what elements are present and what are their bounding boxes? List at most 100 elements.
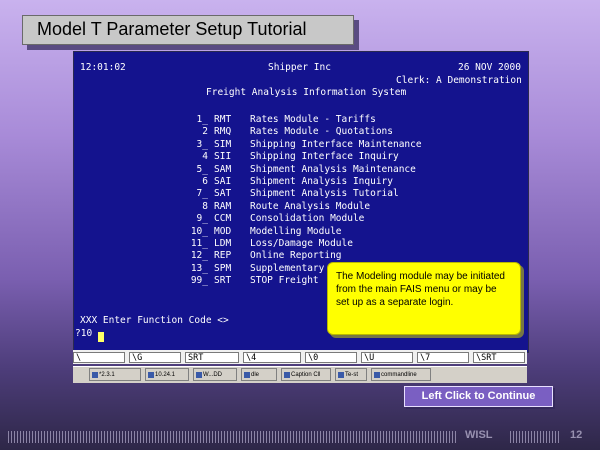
menu-item-code: MOD [214, 225, 232, 237]
menu-item-code: SPM [214, 262, 232, 274]
menu-item-code: REP [214, 250, 232, 262]
menu-item-number: 99_ [190, 275, 208, 287]
taskbar-item-label: Caption Cll [291, 372, 321, 378]
taskbar-item-label: commandline [381, 372, 417, 378]
menu-item-description: Loss/Damage Module [250, 238, 353, 249]
menu-item-description: Shipment Analysis Maintenance [250, 163, 416, 175]
menu-item-ram[interactable]: 8 RAM Route Analysis Module [74, 201, 528, 213]
terminal-system-name: Freight Analysis Information System [206, 87, 407, 98]
function-key-bar: \ \G SRT \4 \0 \U \7 \SRT [73, 350, 527, 364]
menu-item-sam[interactable]: 5_ SAM Shipment Analysis Maintenance [74, 164, 528, 176]
menu-item-sai[interactable]: 6 SAI Shipment Analysis Inquiry [74, 176, 528, 188]
menu-item-rmq[interactable]: 2 RMQ Rates Module - Quotations [74, 126, 528, 138]
menu-item-mod[interactable]: 10_ MOD Modelling Module [74, 226, 528, 238]
menu-item-code: RAM [214, 200, 232, 212]
windows-taskbar: *2.3.1 10.24.1 W...DD dle Caption Cll Te-st co… [73, 366, 527, 383]
function-key-8[interactable]: \SRT [473, 352, 525, 363]
function-key-5[interactable]: \0 [305, 352, 357, 363]
taskbar-item[interactable]: W...DD [193, 368, 237, 381]
menu-item-code: SIM [214, 138, 232, 150]
taskbar-item[interactable]: commandline [371, 368, 431, 381]
window-icon [196, 372, 202, 378]
taskbar-item[interactable]: Te-st [335, 368, 367, 381]
menu-item-description: STOP Freight [250, 275, 319, 287]
menu-item-description: Consolidation Module [250, 213, 365, 225]
footer-org: WISL [465, 429, 493, 441]
function-key-1[interactable]: \ [73, 352, 125, 363]
window-icon [374, 372, 380, 378]
menu-item-description: Online Reporting [250, 250, 342, 262]
window-icon [92, 372, 98, 378]
menu-item-number: 7_ [196, 188, 208, 200]
function-key-4[interactable]: \4 [243, 352, 301, 363]
window-icon [148, 372, 154, 378]
menu-item-code: SII [214, 151, 232, 163]
menu-item-description: Shipment Analysis Inquiry [250, 176, 393, 187]
taskbar-item-label: dle [251, 372, 260, 378]
menu-item-ldm[interactable]: 11_ LDM Loss/Damage Module [74, 238, 528, 250]
function-key-3[interactable]: SRT [185, 352, 239, 363]
menu-item-code: RMQ [214, 126, 232, 138]
menu-item-number: 4 [202, 151, 208, 163]
menu-item-code: SAT [214, 188, 232, 200]
function-key-2[interactable]: \G [129, 352, 181, 363]
taskbar-item-label: 10.24.1 [155, 372, 176, 378]
menu-item-description: Shipping Interface Maintenance [250, 138, 422, 150]
menu-item-code: LDM [214, 238, 232, 249]
taskbar-item-label: Te-st [345, 372, 359, 378]
menu-item-description: Shipping Interface Inquiry [250, 151, 399, 163]
menu-item-number: 2 [202, 126, 208, 138]
footer-barcode-right [510, 431, 560, 443]
menu-item-rep[interactable]: 12_ REP Online Reporting [74, 250, 528, 262]
menu-item-code: CCM [214, 213, 232, 225]
menu-item-number: 3_ [196, 138, 208, 150]
terminal-time: 12:01:02 [80, 62, 126, 73]
menu-item-description: Route Analysis Module [250, 200, 371, 212]
taskbar-item-label: *2.3.1 [99, 372, 115, 378]
menu-item-description: Supplementary [250, 262, 325, 274]
menu-item-code: RMT [214, 114, 232, 125]
menu-item-description: Rates Module - Quotations [250, 126, 393, 138]
function-key-7[interactable]: \7 [417, 352, 469, 363]
window-icon [244, 372, 250, 378]
window-icon [338, 372, 344, 378]
menu-item-code: SAI [214, 176, 232, 187]
menu-item-rmt[interactable]: 1_ RMT Rates Module - Tariffs [74, 114, 528, 126]
menu-item-description: Rates Module - Tariffs [250, 114, 376, 125]
menu-item-number: 9_ [196, 213, 208, 225]
taskbar-item-label: W...DD [203, 372, 222, 378]
menu-item-number: 13_ [190, 262, 208, 274]
menu-item-description: Shipment Analysis Tutorial [250, 188, 399, 200]
function-key-6[interactable]: \U [361, 352, 413, 363]
menu-item-sim[interactable]: 3_ SIM Shipping Interface Maintenance [74, 139, 528, 151]
taskbar-item[interactable]: 10.24.1 [145, 368, 189, 381]
taskbar-item[interactable]: *2.3.1 [89, 368, 141, 381]
page-number: 12 [570, 429, 583, 441]
slide-title-box: Model T Parameter Setup Tutorial [22, 15, 354, 45]
text-cursor [98, 332, 104, 342]
function-code-input[interactable]: ?10 [75, 328, 92, 339]
continue-button[interactable]: Left Click to Continue [404, 386, 553, 407]
footer-barcode-left [8, 431, 458, 443]
menu-item-number: 1_ [196, 114, 208, 125]
menu-item-number: 11_ [190, 238, 208, 249]
slide-title: Model T Parameter Setup Tutorial [37, 19, 307, 39]
menu-item-number: 5_ [196, 163, 208, 175]
menu-item-code: SAM [214, 163, 232, 175]
taskbar-item[interactable]: dle [241, 368, 277, 381]
menu-item-sat[interactable]: 7_ SAT Shipment Analysis Tutorial [74, 188, 528, 200]
terminal-company: Shipper Inc [268, 62, 331, 73]
callout-text: The Modeling module may be initiated fro… [336, 271, 505, 308]
menu-item-code: SRT [214, 275, 232, 287]
menu-item-description: Modelling Module [250, 225, 342, 237]
taskbar-item[interactable]: Caption Cll [281, 368, 331, 381]
menu-item-number: 10_ [190, 225, 208, 237]
menu-item-sii[interactable]: 4 SII Shipping Interface Inquiry [74, 151, 528, 163]
window-icon [284, 372, 290, 378]
function-code-prompt: XXX Enter Function Code <> [80, 315, 229, 326]
terminal-clerk: Clerk: A Demonstration [396, 75, 522, 86]
tutorial-callout: The Modeling module may be initiated fro… [327, 262, 521, 335]
menu-item-number: 12_ [190, 250, 208, 262]
menu-item-ccm[interactable]: 9_ CCM Consolidation Module [74, 213, 528, 225]
terminal-date: 26 NOV 2000 [458, 62, 521, 73]
